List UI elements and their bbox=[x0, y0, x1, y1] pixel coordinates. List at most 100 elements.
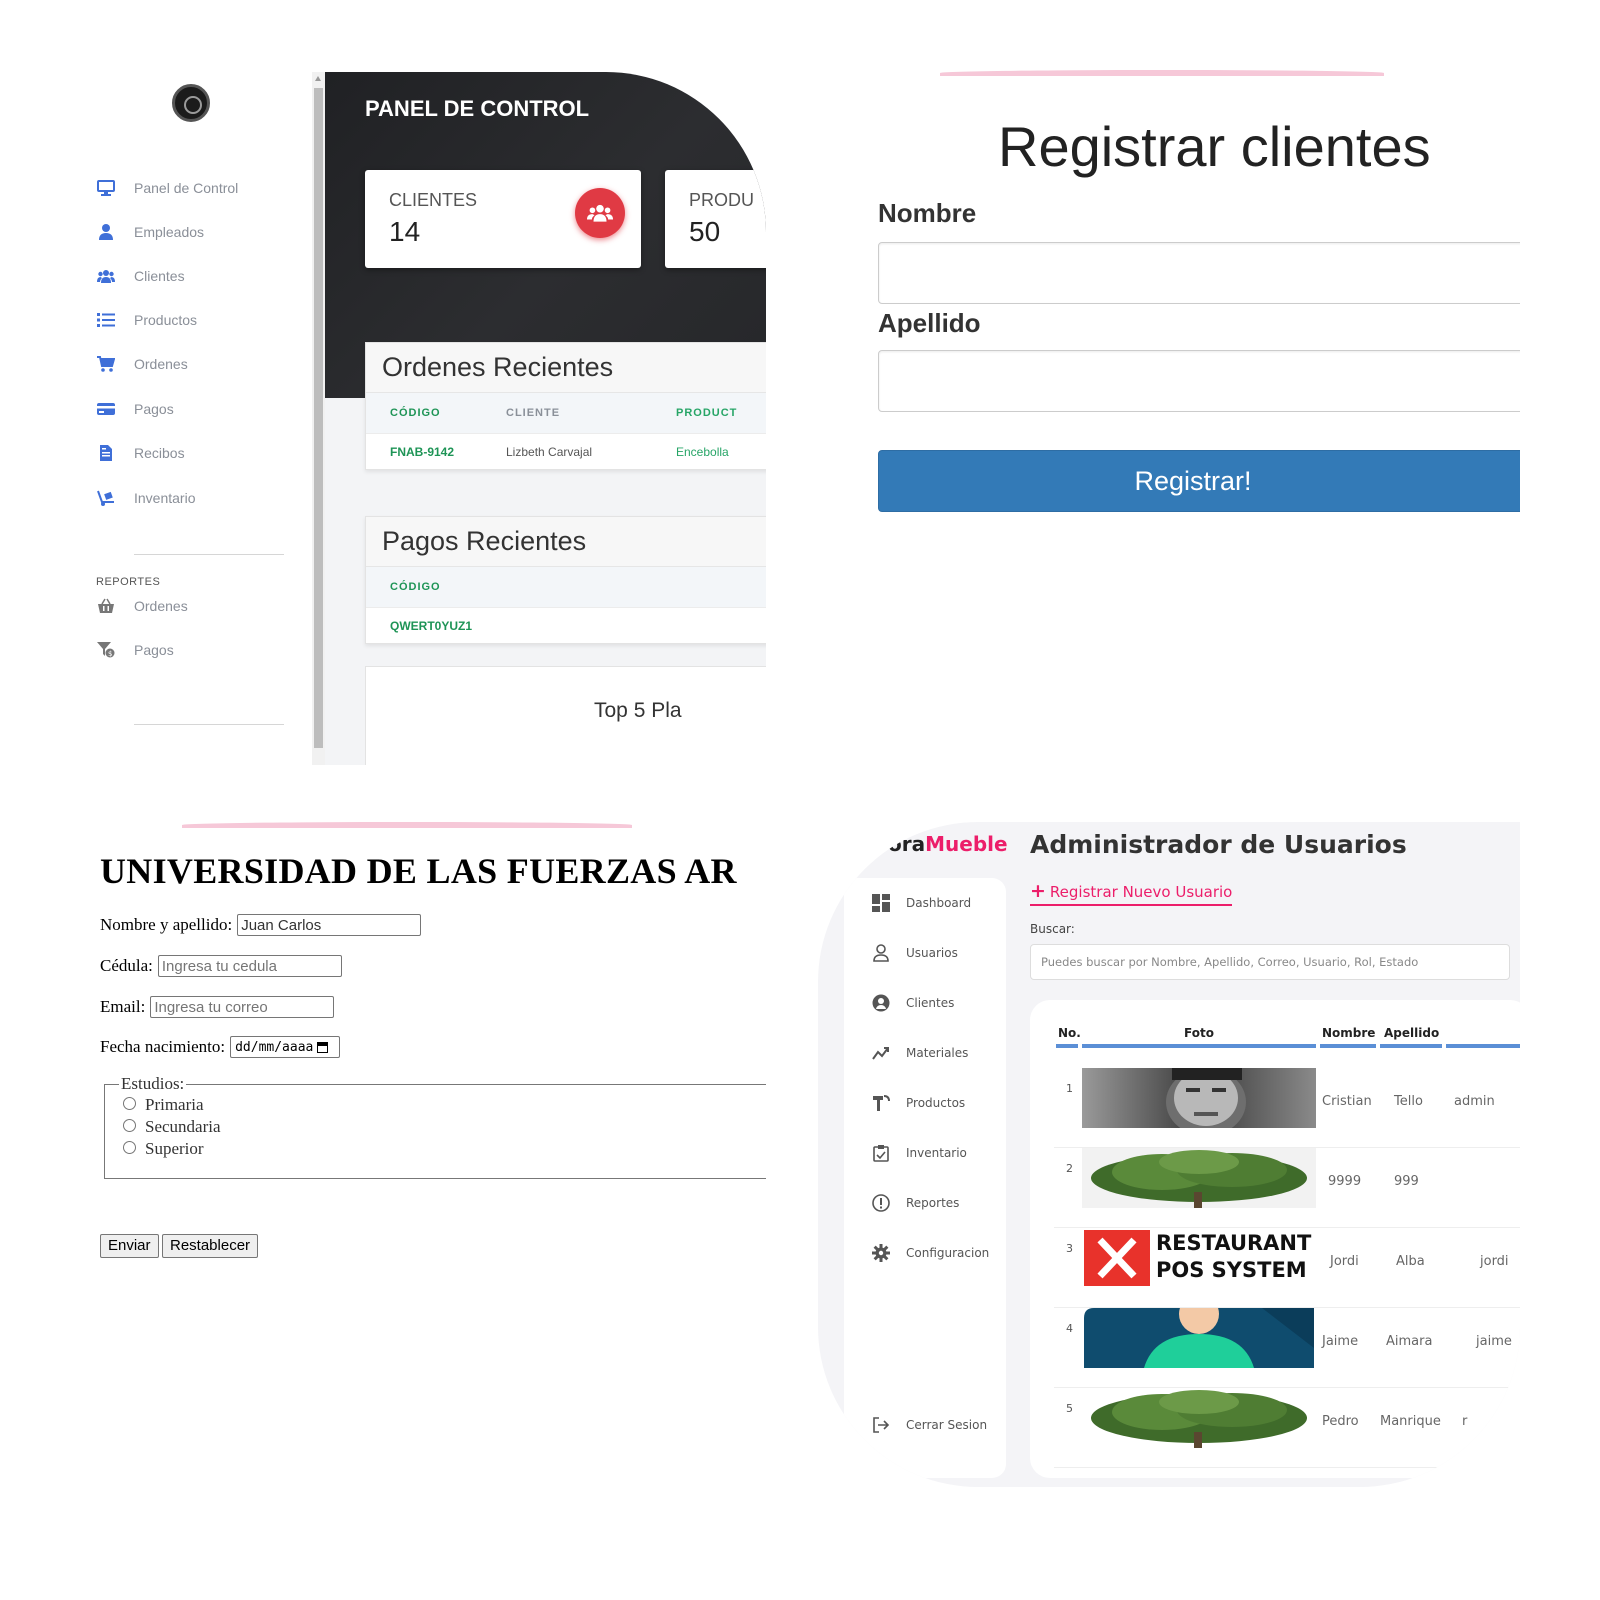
nombre-input[interactable] bbox=[878, 242, 1520, 304]
sidebar-item-productos[interactable]: Productos bbox=[872, 1094, 965, 1112]
sidebar-item-usuarios[interactable]: Usuarios bbox=[872, 944, 958, 962]
table-row[interactable]: 4 Jaime Aimara jaime bbox=[1054, 1308, 1520, 1388]
table-row[interactable]: QWERT0YUZ1 bbox=[366, 607, 766, 643]
radio-button[interactable] bbox=[123, 1096, 136, 1110]
cell: Lizbeth Carvajal bbox=[506, 444, 593, 459]
radio-superior[interactable]: Superior bbox=[123, 1138, 765, 1160]
cell-apellido: Manrique bbox=[1380, 1414, 1441, 1429]
cell: QWERT0YUZ1 bbox=[390, 618, 473, 633]
sidebar-item-label: Pagos bbox=[134, 642, 174, 658]
email-input[interactable] bbox=[150, 996, 335, 1018]
column-header: CÓDIGO bbox=[390, 581, 441, 593]
registrar-button[interactable]: Registrar! bbox=[878, 450, 1520, 512]
stat-card-clientes[interactable]: CLIENTES 14 bbox=[365, 170, 641, 268]
basket-icon bbox=[96, 598, 116, 614]
sidebar-item-inventario[interactable]: Inventario bbox=[96, 486, 195, 510]
monitor-icon bbox=[96, 180, 116, 196]
sidebar-item-pagos[interactable]: Pagos bbox=[96, 397, 174, 421]
card-title: Pagos Recientes bbox=[366, 517, 766, 567]
row-number: 1 bbox=[1066, 1082, 1073, 1095]
logo[interactable] bbox=[172, 84, 210, 122]
sidebar-item-clientes[interactable]: Clientes bbox=[96, 264, 185, 288]
sidebar-item-productos[interactable]: Productos bbox=[96, 308, 197, 332]
logout-icon bbox=[872, 1416, 890, 1434]
cell: Encebolla bbox=[676, 444, 729, 459]
apellido-input[interactable] bbox=[878, 350, 1520, 412]
users-badge-icon bbox=[575, 188, 625, 238]
sidebar-item-label: Usuarios bbox=[906, 946, 958, 960]
sidebar-item-recibos[interactable]: Recibos bbox=[96, 441, 185, 465]
header-underline bbox=[1380, 1044, 1442, 1048]
scroll-up-arrow-icon[interactable] bbox=[315, 76, 321, 81]
sidebar-item-reportes[interactable]: Reportes bbox=[872, 1194, 959, 1212]
sidebar-item-clientes[interactable]: Clientes bbox=[872, 994, 954, 1012]
column-header: CLIENTE bbox=[506, 407, 561, 419]
sidebar-item-label: Materiales bbox=[906, 1046, 969, 1060]
column-header: Apellido bbox=[1384, 1026, 1440, 1040]
brand-logo[interactable]: oraMueble bbox=[888, 832, 1008, 856]
list-icon bbox=[96, 312, 116, 328]
sidebar-item-empleados[interactable]: Empleados bbox=[96, 220, 204, 244]
cedula-label: Cédula: bbox=[100, 956, 153, 975]
radio-secundaria[interactable]: Secundaria bbox=[123, 1116, 765, 1138]
table-row[interactable]: FNAB-9142 Lizbeth Carvajal Encebolla bbox=[366, 433, 766, 469]
plus-icon: + bbox=[1030, 880, 1046, 902]
sidebar-item-label: Productos bbox=[134, 312, 198, 328]
sidebar-item-label: Empleados bbox=[134, 224, 205, 240]
sidebar-item-panel-de-control[interactable]: Panel de Control bbox=[96, 176, 238, 200]
stat-card-productos[interactable]: PRODU 50 bbox=[665, 170, 766, 268]
sidebar-item-inventario[interactable]: Inventario bbox=[872, 1144, 967, 1162]
calendar-icon[interactable] bbox=[317, 1041, 329, 1053]
header-underline bbox=[1056, 1044, 1078, 1048]
alert-circle-icon bbox=[872, 1194, 890, 1212]
sidebar: Panel de Control Empleados Clientes Prod… bbox=[80, 72, 325, 765]
enviar-button[interactable]: Enviar bbox=[100, 1234, 159, 1258]
stat-value: 14 bbox=[389, 216, 421, 247]
users-icon bbox=[96, 268, 116, 284]
register-user-link[interactable]: + Registrar Nuevo Usuario bbox=[1030, 880, 1233, 906]
stat-value: 50 bbox=[689, 216, 721, 247]
radio-button[interactable] bbox=[123, 1140, 136, 1154]
email-row: Email: bbox=[100, 996, 335, 1018]
sidebar-item-configuracion[interactable]: Configuracion bbox=[872, 1244, 989, 1262]
dashboard-panel: Panel de Control Empleados Clientes Prod… bbox=[80, 72, 766, 765]
restablecer-button[interactable]: Restablecer bbox=[162, 1234, 259, 1258]
table-row[interactable]: 3 RESTAURANT POS SYSTEM Jordi Alba jordi bbox=[1054, 1228, 1520, 1308]
cell-apellido: Alba bbox=[1396, 1254, 1425, 1269]
search-input[interactable] bbox=[1030, 944, 1510, 980]
register-client-panel: Registrar clientes Nombre Apellido Regis… bbox=[870, 70, 1520, 540]
sidebar-item-materiales[interactable]: Materiales bbox=[872, 1044, 968, 1062]
user-photo-restaurant-logo: RESTAURANT POS SYSTEM bbox=[1082, 1228, 1316, 1288]
sidebar-item-reporte-pagos[interactable]: $ Pagos bbox=[96, 638, 174, 662]
radio-button[interactable] bbox=[123, 1118, 136, 1132]
sidebar-item-reporte-ordenes[interactable]: Ordenes bbox=[96, 594, 188, 618]
nombre-input[interactable] bbox=[237, 914, 422, 936]
cedula-input[interactable] bbox=[157, 955, 342, 977]
top5-card: Top 5 Pla bbox=[365, 666, 766, 765]
header-underline bbox=[1320, 1044, 1376, 1048]
column-header: No. bbox=[1058, 1026, 1081, 1040]
form-title: Registrar clientes bbox=[998, 115, 1431, 178]
email-label: Email: bbox=[100, 997, 146, 1016]
sidebar-item-ordenes[interactable]: Ordenes bbox=[96, 352, 188, 376]
logout-button[interactable]: Cerrar Sesion bbox=[872, 1416, 987, 1434]
sidebar-item-label: Dashboard bbox=[906, 896, 972, 910]
logout-label: Cerrar Sesion bbox=[906, 1418, 988, 1432]
table-row[interactable]: 5 Pedro Manrique r bbox=[1054, 1388, 1520, 1468]
cell: FNAB-9142 bbox=[390, 444, 455, 459]
row-number: 4 bbox=[1066, 1322, 1073, 1335]
radio-label: Superior bbox=[145, 1139, 204, 1158]
fecha-label: Fecha nacimiento: bbox=[100, 1037, 226, 1056]
scrollbar-thumb[interactable] bbox=[314, 88, 323, 748]
column-header: Nombre bbox=[1322, 1026, 1376, 1040]
sidebar-item-dashboard[interactable]: Dashboard bbox=[872, 894, 971, 912]
table-row[interactable]: 1 Cristian Tello admin bbox=[1054, 1068, 1520, 1148]
scrollbar[interactable] bbox=[312, 72, 325, 765]
radio-primaria[interactable]: Primaria bbox=[123, 1094, 765, 1116]
table-header: CÓDIGO CLIENTE PRODUCT bbox=[366, 393, 766, 433]
table-row[interactable]: 2 9999 999 bbox=[1054, 1148, 1520, 1228]
cell-nombre: 9999 bbox=[1328, 1174, 1362, 1189]
cell-nombre: Cristian bbox=[1322, 1094, 1372, 1109]
date-input[interactable]: dd/mm/aaaa bbox=[230, 1036, 341, 1058]
sidebar-item-label: Panel de Control bbox=[134, 180, 239, 196]
